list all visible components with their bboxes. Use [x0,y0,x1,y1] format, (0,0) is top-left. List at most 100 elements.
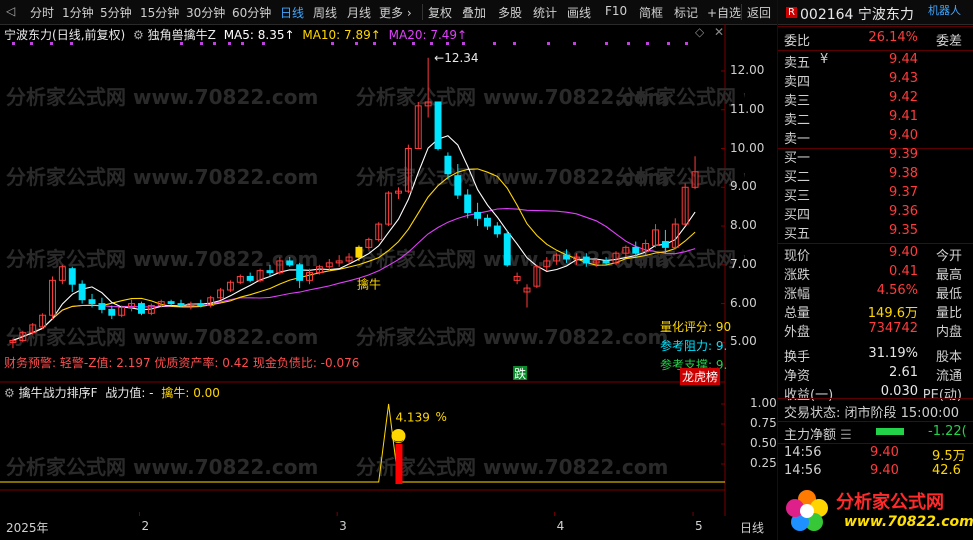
ask-row[interactable]: 卖二 9.41 [784,109,970,129]
candle[interactable] [681,183,689,227]
candle[interactable] [68,266,76,292]
close-icon[interactable]: ✕ [714,25,724,39]
yen-icon: ¥ [820,52,829,67]
settings-icon[interactable]: ⚙ [4,386,15,400]
candle[interactable] [671,218,679,250]
toolbar-item[interactable]: 画线 [567,4,591,21]
row-label: 现价 [784,249,811,264]
candle[interactable] [256,268,264,283]
candle[interactable] [118,305,126,318]
candle[interactable] [39,313,47,329]
bid-row[interactable]: 买五 9.35 [784,223,970,243]
ask-row[interactable]: 卖三 9.42 [784,90,970,110]
toolbar-item[interactable]: 60分钟 [232,4,271,21]
candle[interactable] [395,187,402,199]
ask-row[interactable]: 卖五 9.44 ¥ [784,52,970,72]
collapse-icon[interactable]: ◁ [6,4,15,18]
candle[interactable] [306,268,313,285]
ask-row[interactable]: 卖一 9.40 [784,128,970,148]
candle[interactable] [187,301,195,310]
candle[interactable] [226,280,234,292]
robot-link[interactable]: 机器人 [928,2,961,18]
main-net-label: 主力净额 [784,428,837,443]
candle[interactable] [365,237,373,250]
candle[interactable] [513,272,521,285]
bid-row[interactable]: 买三 9.37 [784,185,970,205]
candle-body [444,155,452,175]
toolbar-item[interactable]: 复权 [428,4,452,21]
row-label: 买三 [784,189,811,204]
candle[interactable] [296,262,304,289]
candle[interactable] [49,276,56,320]
stat-row[interactable]: 现价 9.40 今开 [784,245,970,265]
toolbar-item[interactable]: 日线 [280,4,304,21]
kline-chart[interactable]: 分析家公式网 www.70822.com 分析家公式网 www.70822.com… [0,24,745,516]
candle[interactable] [217,288,225,300]
toolbar-item[interactable]: 简框 [639,4,663,21]
candle[interactable] [474,202,482,227]
candle[interactable] [434,101,442,151]
candle[interactable] [464,189,472,219]
candle[interactable] [207,295,215,308]
toolbar-item[interactable]: 15分钟 [140,4,179,21]
sub-title[interactable]: 擒牛战力排序F [19,386,98,400]
candle[interactable] [483,214,491,230]
settings-icon[interactable]: ⚙ [133,28,144,42]
toolbar-item[interactable]: 返回 [747,4,771,21]
row-label: 外盘 [784,325,811,340]
candle[interactable] [375,222,383,242]
bid-row[interactable]: 买一 9.39 [784,147,970,167]
candle[interactable] [167,299,175,306]
stat-row[interactable]: 净资 2.61 流通 [784,365,970,385]
stat-row[interactable]: 外盘 734742 内盘 [784,321,970,341]
list-icon[interactable]: ☰ [840,428,852,443]
toolbar-item[interactable]: 月线 [347,4,371,21]
stat-row[interactable]: 收益(一) 0.030 PE(动) [784,384,970,404]
candle[interactable] [493,222,501,238]
toolbar-item[interactable]: 分时 [30,4,54,21]
toolbar-item[interactable]: 更多 › [379,4,412,21]
candle[interactable] [78,280,86,304]
row-value: 9.44 [889,52,918,67]
candle[interactable] [335,255,343,267]
candle[interactable] [236,274,244,285]
stat-row[interactable]: 总量 149.6万 量比 [784,302,970,322]
candle[interactable] [137,301,145,316]
candle[interactable] [98,297,106,314]
stat-row[interactable]: 换手 31.19% 股本 [784,346,970,366]
bid-row[interactable]: 买四 9.36 [784,204,970,224]
indicator-name[interactable]: 独角兽擒牛Z [148,28,216,42]
row-value: 0.030 [880,384,918,399]
bid-row[interactable]: 买二 9.38 [784,166,970,186]
candle[interactable] [503,229,511,267]
candle[interactable] [246,272,254,283]
candle-body [454,175,462,196]
stat-row[interactable]: 涨跌 0.41 最高 [784,264,970,284]
period-tab[interactable]: 日线 [740,519,764,536]
ma20-line [12,208,696,341]
toolbar-item[interactable]: 多股 [498,4,522,21]
toolbar-item[interactable]: 30分钟 [186,4,225,21]
candle[interactable] [108,305,116,320]
row-label: 买二 [784,170,811,185]
toolbar-item[interactable]: +自选 [707,4,741,21]
row-value: 9.38 [889,166,918,181]
power-bar [395,444,403,484]
candle[interactable] [523,284,531,308]
diamond-icon[interactable]: ◇ [695,25,704,39]
list-badge[interactable]: 龙虎榜 [680,368,721,385]
ma10-label: MA10: 7.89↑ [302,28,381,42]
stat-row[interactable]: 涨幅 4.56% 最低 [784,283,970,303]
weibi-value: 26.14% [868,30,918,45]
toolbar-item[interactable]: 标记 [674,4,698,21]
ask-row[interactable]: 卖四 9.43 [784,71,970,91]
candle[interactable] [128,299,136,312]
toolbar-item[interactable]: 5分钟 [100,4,132,21]
candle[interactable] [385,191,393,227]
toolbar-item[interactable]: 1分钟 [62,4,94,21]
toolbar-item[interactable]: 周线 [313,4,337,21]
toolbar-item[interactable]: F10 [605,4,627,18]
toolbar-item[interactable]: 统计 [533,4,557,21]
toolbar-item[interactable]: 叠加 [462,4,486,21]
candle[interactable] [652,224,659,248]
